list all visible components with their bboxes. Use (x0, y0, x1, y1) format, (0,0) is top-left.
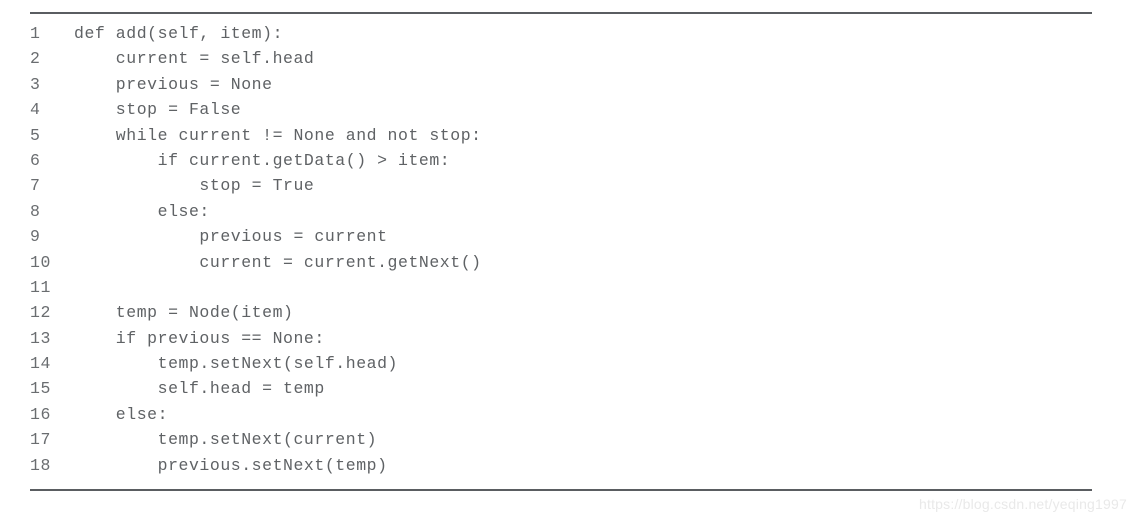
line-number: 15 (30, 379, 52, 399)
code-line: 15 self.head = temp (30, 376, 1100, 401)
code-line: 1 def add(self, item): (30, 21, 1100, 46)
code-line: 4 stop = False (30, 97, 1100, 122)
code-line: 2 current = self.head (30, 46, 1100, 71)
line-code: def add(self, item): (74, 24, 284, 43)
line-code: if previous == None: (74, 328, 325, 348)
line-number: 9 (30, 227, 41, 247)
line-code: else: (74, 201, 210, 221)
line-number: 6 (30, 150, 41, 170)
line-code: previous.setNext(temp) (74, 455, 388, 475)
line-number: 4 (30, 100, 41, 120)
code-line: 17 temp.setNext(current) (30, 427, 1100, 452)
line-code: while current != None and not stop: (74, 125, 482, 145)
code-line: 6 if current.getData() > item: (30, 148, 1100, 173)
line-code: self.head = temp (74, 379, 325, 399)
line-number: 8 (30, 201, 41, 221)
line-number: 7 (30, 176, 41, 196)
code-line: 16 else: (30, 402, 1100, 427)
code-listing-figure: 1 def add(self, item): 2 current = self.… (0, 0, 1135, 520)
code-line: 12 temp = Node(item) (30, 300, 1100, 325)
line-number: 1 (30, 24, 41, 43)
line-number: 16 (30, 404, 52, 424)
line-code: stop = True (74, 176, 315, 196)
line-number: 12 (30, 303, 52, 323)
line-number: 17 (30, 430, 52, 450)
line-number: 18 (30, 455, 52, 475)
line-code: if current.getData() > item: (74, 150, 451, 170)
line-code: current = self.head (74, 49, 315, 69)
code-line: 14 temp.setNext(self.head) (30, 351, 1100, 376)
line-number: 2 (30, 49, 41, 69)
top-rule-divider (30, 12, 1092, 14)
watermark-text: https://blog.csdn.net/yeqing1997 (919, 496, 1127, 512)
code-line: 8 else: (30, 199, 1100, 224)
line-number: 5 (30, 125, 41, 145)
line-code: stop = False (74, 100, 242, 120)
line-code: previous = None (74, 74, 273, 94)
code-line: 13 if previous == None: (30, 326, 1100, 351)
line-code: else: (74, 404, 169, 424)
line-code: temp.setNext(current) (74, 430, 378, 450)
line-number: 14 (30, 354, 52, 374)
line-code: temp = Node(item) (74, 303, 294, 323)
code-line: 7 stop = True (30, 173, 1100, 198)
bottom-rule-divider (30, 489, 1092, 491)
line-number: 11 (30, 277, 52, 297)
code-line: 3 previous = None (30, 72, 1100, 97)
line-code: current = current.getNext() (74, 252, 482, 272)
code-line: 9 previous = current (30, 224, 1100, 249)
line-code: previous = current (74, 227, 388, 247)
code-line: 10 current = current.getNext() (30, 250, 1100, 275)
code-line: 18 previous.setNext(temp) (30, 453, 1100, 478)
code-line: 11 (30, 275, 1100, 300)
line-number: 10 (30, 252, 52, 272)
line-number: 13 (30, 328, 52, 348)
line-number: 3 (30, 74, 41, 94)
code-line: 5 while current != None and not stop: (30, 123, 1100, 148)
line-code: temp.setNext(self.head) (74, 354, 398, 374)
code-block: 1 def add(self, item): 2 current = self.… (30, 21, 1100, 478)
